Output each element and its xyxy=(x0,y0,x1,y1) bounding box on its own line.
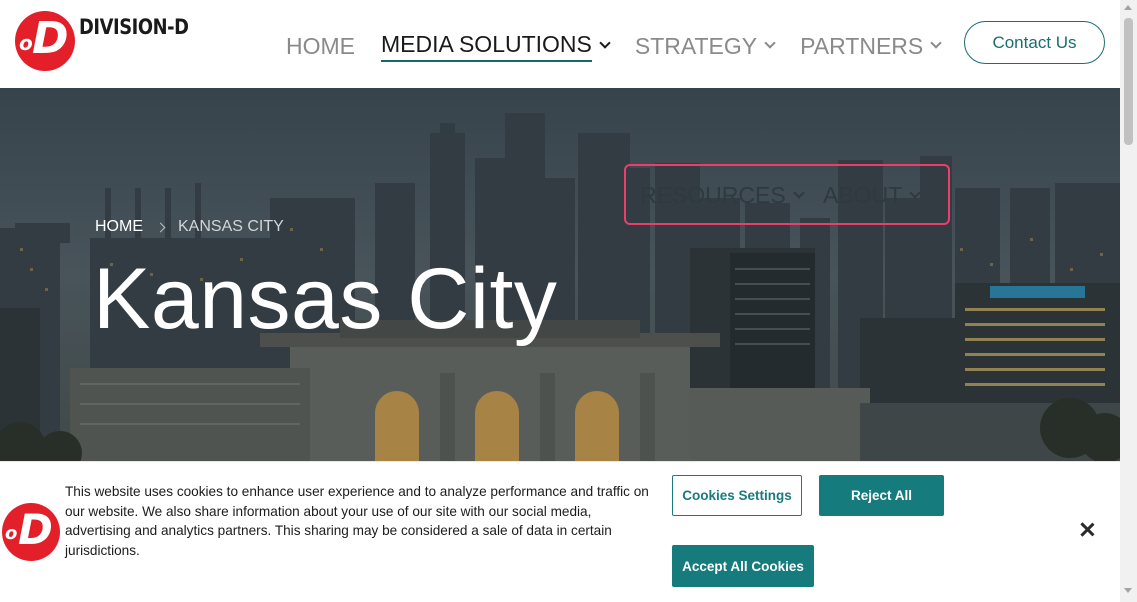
nav-item-label: STRATEGY xyxy=(634,33,758,59)
accept-all-cookies-button[interactable]: Accept All Cookies xyxy=(672,545,814,587)
logo-mark-icon: oD xyxy=(2,503,60,561)
logo-mark-icon: oD xyxy=(15,11,75,71)
nav-item-partners[interactable]: PARTNERS xyxy=(800,31,942,61)
breadcrumb-home-link[interactable]: HOME xyxy=(95,218,143,236)
page-scrollbar[interactable] xyxy=(1120,0,1137,602)
page-title: Kansas City xyxy=(93,251,558,347)
hero-banner: RESOURCES ABOUT HOME KANSAS CITY Kansas … xyxy=(0,88,1120,461)
reject-all-button[interactable]: Reject All xyxy=(819,475,944,516)
scroll-up-arrow-icon[interactable] xyxy=(1124,5,1132,10)
site-header: oD DIVISION-D HOME MEDIA SOLUTIONS STRAT… xyxy=(0,0,1120,88)
chevron-down-icon xyxy=(599,37,611,49)
cookie-policy-text: This website uses cookies to enhance use… xyxy=(65,484,649,558)
secondary-nav-highlight: RESOURCES ABOUT xyxy=(624,164,950,225)
nav-item-resources[interactable]: RESOURCES xyxy=(640,182,805,209)
chevron-down-icon xyxy=(909,186,921,199)
contact-us-button[interactable]: Contact Us xyxy=(964,21,1105,64)
chevron-right-icon xyxy=(155,222,166,232)
nav-item-media-solutions[interactable]: MEDIA SOLUTIONS xyxy=(381,30,611,62)
chevron-down-icon xyxy=(764,37,776,49)
nav-item-home[interactable]: HOME xyxy=(286,31,355,61)
breadcrumb: HOME KANSAS CITY xyxy=(95,218,284,236)
chevron-down-icon xyxy=(793,186,805,199)
division-d-logo[interactable]: oD DIVISION-D xyxy=(15,11,208,71)
nav-item-label: RESOURCES xyxy=(640,182,786,208)
nav-item-label: PARTNERS xyxy=(800,33,924,59)
cookies-settings-button[interactable]: Cookies Settings xyxy=(672,475,802,516)
nav-item-strategy[interactable]: STRATEGY xyxy=(634,31,776,61)
logo-text: DIVISION-D xyxy=(79,15,189,39)
breadcrumb-current: KANSAS CITY xyxy=(178,218,284,235)
nav-item-label: MEDIA SOLUTIONS xyxy=(381,30,592,62)
nav-item-about[interactable]: ABOUT xyxy=(823,182,921,209)
scroll-down-arrow-icon[interactable] xyxy=(1124,588,1132,593)
scrollbar-thumb[interactable] xyxy=(1124,18,1133,145)
main-nav: HOME MEDIA SOLUTIONS STRATEGY PARTNERS xyxy=(286,30,966,62)
close-icon[interactable] xyxy=(1078,521,1096,539)
chevron-down-icon xyxy=(930,37,942,49)
nav-item-label: HOME xyxy=(286,33,355,59)
nav-item-label: ABOUT xyxy=(823,182,903,208)
cookie-consent-banner: oD This website uses cookies to enhance … xyxy=(0,461,1120,602)
